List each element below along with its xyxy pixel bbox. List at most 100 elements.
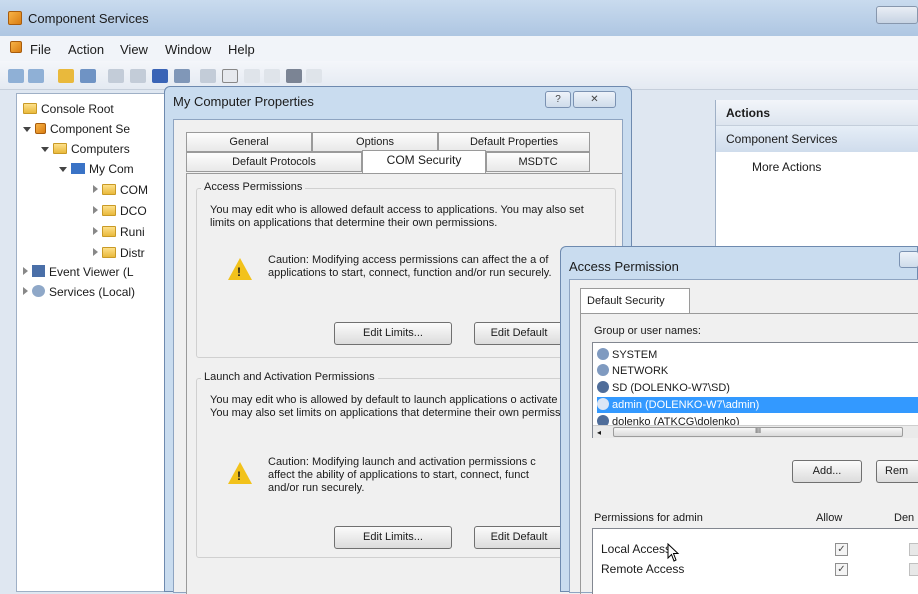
user-sd[interactable]: SD (DOLENKO-W7\SD) (597, 380, 730, 396)
access-caution: Caution: Modifying access permissions ca… (268, 254, 552, 279)
tab-options[interactable]: Options (312, 132, 438, 152)
access-permission-body: Default Security Group or user names: SY… (569, 279, 918, 594)
tab-default-security[interactable]: Default Security (580, 288, 690, 314)
tree-item-com[interactable]: COM (93, 183, 148, 197)
add-button[interactable]: Add... (792, 460, 862, 483)
menu-view[interactable]: View (120, 42, 148, 57)
user-icon (597, 381, 609, 393)
collapse-icon[interactable] (93, 206, 98, 214)
permissions-for-label: Permissions for admin (594, 512, 703, 524)
user-admin[interactable]: admin (DOLENKO-W7\admin) (597, 397, 918, 413)
stop-icon[interactable] (200, 69, 216, 83)
list-icon[interactable] (264, 69, 280, 83)
component-services-icon (8, 11, 22, 25)
perm-local-access: Local Access (601, 542, 672, 556)
access-permission-dialog: Access Permission Default Security Group… (560, 246, 918, 594)
user-system[interactable]: SYSTEM (597, 347, 657, 363)
folder-icon (102, 205, 116, 216)
launch-edit-limits-button[interactable]: Edit Limits... (334, 526, 452, 549)
collapse-icon[interactable] (93, 185, 98, 193)
remote-access-allow-checkbox[interactable]: ✓ (835, 563, 848, 576)
horizontal-scrollbar[interactable]: ◂ III (593, 425, 918, 438)
collapse-icon[interactable] (93, 248, 98, 256)
tab-msdtc[interactable]: MSDTC (486, 152, 590, 172)
launch-edit-default-button[interactable]: Edit Default (474, 526, 564, 549)
folder-icon (53, 143, 67, 154)
tree-item-event-viewer[interactable]: Event Viewer (L (23, 265, 134, 279)
dialog-title: My Computer Properties (173, 94, 314, 109)
scroll-left-icon[interactable]: ◂ (597, 428, 601, 437)
collapse-icon[interactable] (23, 287, 28, 295)
collapse-icon[interactable] (23, 267, 28, 275)
access-permissions-label: Access Permissions (201, 181, 306, 193)
access-edit-default-button[interactable]: Edit Default (474, 322, 564, 345)
extra-icon[interactable] (306, 69, 322, 83)
tree-item-distributed[interactable]: Distr (93, 246, 145, 260)
collapse-icon[interactable] (93, 227, 98, 235)
show-tree-icon[interactable] (80, 69, 96, 83)
up-folder-icon[interactable] (58, 69, 74, 83)
actions-section[interactable]: Component Services (716, 126, 918, 152)
local-access-deny-checkbox[interactable] (909, 543, 918, 556)
group-icon (597, 348, 609, 360)
deny-header: Den (894, 512, 915, 524)
user-network[interactable]: NETWORK (597, 363, 668, 379)
properties-icon[interactable] (108, 69, 124, 83)
tree-item-my-computer[interactable]: My Com (59, 162, 134, 176)
folder-icon (102, 184, 116, 195)
small-icons-icon[interactable] (244, 69, 260, 83)
access-edit-limits-button[interactable]: Edit Limits... (334, 322, 452, 345)
local-access-allow-checkbox[interactable]: ✓ (835, 543, 848, 556)
scroll-thumb[interactable]: III (613, 427, 903, 437)
actions-title: Actions (726, 106, 771, 120)
tree-item-component-services[interactable]: Component Se (23, 122, 130, 136)
menu-file[interactable]: File (30, 42, 51, 57)
allow-header: Allow (816, 512, 843, 524)
expand-icon[interactable] (59, 167, 67, 172)
tab-default-protocols[interactable]: Default Protocols (186, 152, 362, 172)
perm-remote-access: Remote Access (601, 562, 685, 576)
launch-description: You may edit who is allowed by default t… (210, 394, 599, 419)
menu-help[interactable]: Help (228, 42, 255, 57)
detail-icon[interactable] (286, 69, 302, 83)
services-icon (32, 285, 45, 297)
back-icon[interactable] (8, 69, 24, 83)
actions-header: Actions (716, 100, 918, 126)
permissions-list: Local Access ✓ Remote Access ✓ (592, 528, 918, 594)
help-button[interactable] (899, 251, 918, 268)
actions-section-label: Component Services (726, 132, 838, 146)
user-list[interactable]: SYSTEM NETWORK SD (DOLENKO-W7\SD) admin … (592, 342, 918, 438)
expand-icon[interactable] (23, 127, 31, 132)
expand-icon[interactable] (41, 147, 49, 152)
more-actions-link[interactable]: More Actions (752, 160, 821, 174)
group-or-user-names-label: Group or user names: (594, 325, 701, 337)
remove-button[interactable]: Rem (876, 460, 918, 483)
tab-default-properties[interactable]: Default Properties (438, 132, 590, 152)
help-button[interactable]: ? (545, 91, 571, 108)
mouse-cursor-icon (667, 543, 680, 562)
component-icon (35, 123, 46, 134)
system-menu-icon[interactable] (10, 41, 22, 53)
view-icon[interactable] (174, 69, 190, 83)
tree-item-computers[interactable]: Computers (41, 142, 130, 156)
launch-caution: Caution: Modifying launch and activation… (268, 456, 536, 494)
menu-action[interactable]: Action (68, 42, 104, 57)
tree-item-console-root[interactable]: Console Root (23, 102, 114, 116)
access-permission-title: Access Permission (569, 259, 679, 274)
remote-access-deny-checkbox[interactable] (909, 563, 918, 576)
close-button[interactable]: ✕ (573, 91, 616, 108)
large-icons-icon[interactable] (222, 69, 238, 83)
menu-window[interactable]: Window (165, 42, 211, 57)
refresh-icon[interactable] (130, 69, 146, 83)
tree-item-services[interactable]: Services (Local) (23, 285, 135, 299)
user-icon (597, 398, 609, 410)
forward-icon[interactable] (28, 69, 44, 83)
tab-general[interactable]: General (186, 132, 312, 152)
help-icon[interactable] (152, 69, 168, 83)
warning-mark: ! (237, 265, 241, 279)
warning-mark: ! (237, 469, 241, 483)
tree-item-running[interactable]: Runi (93, 225, 145, 239)
minimize-button[interactable] (876, 6, 918, 24)
tree-item-dcom[interactable]: DCO (93, 204, 147, 218)
tab-com-security[interactable]: COM Security (362, 150, 486, 174)
